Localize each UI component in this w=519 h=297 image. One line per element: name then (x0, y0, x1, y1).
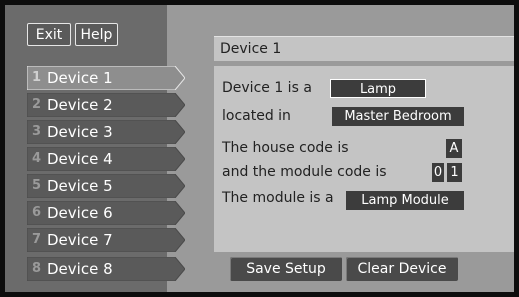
device-label: Device 4 (47, 150, 113, 168)
sidebar-item-device-6[interactable]: 6 Device 6 (27, 201, 185, 225)
device-label: Device 7 (47, 231, 113, 249)
device-is-label: Device 1 is a (222, 80, 312, 96)
sidebar-item-device-8[interactable]: 8 Device 8 (27, 257, 185, 281)
panel-header: Device 1 (214, 36, 514, 61)
device-number: 5 (32, 178, 42, 193)
module-code-tens-select[interactable]: 0 (432, 163, 444, 182)
device-number: 8 (32, 261, 42, 276)
device-number: 3 (32, 124, 42, 139)
device-number: 6 (32, 205, 42, 220)
device-number: 4 (32, 151, 42, 166)
sidebar-item-device-1[interactable]: 1 Device 1 (27, 66, 185, 90)
module-code-ones-select[interactable]: 1 (447, 163, 462, 182)
device-label: Device 6 (47, 204, 113, 222)
sidebar-item-device-2[interactable]: 2 Device 2 (27, 93, 185, 117)
help-button[interactable]: Help (75, 23, 118, 46)
house-code-label: The house code is (222, 140, 349, 156)
device-label: Device 2 (47, 96, 113, 114)
module-type-select[interactable]: Lamp Module (346, 191, 464, 210)
located-in-label: located in (222, 108, 291, 124)
device-label: Device 3 (47, 123, 113, 141)
location-select[interactable]: Master Bedroom (332, 107, 464, 126)
device-label: Device 1 (47, 69, 113, 87)
house-code-select[interactable]: A (446, 139, 462, 158)
sidebar-item-device-4[interactable]: 4 Device 4 (27, 147, 185, 171)
device-number: 1 (32, 70, 42, 85)
page-title: Device 1 (220, 41, 282, 57)
sidebar-item-device-5[interactable]: 5 Device 5 (27, 174, 185, 198)
sidebar-item-device-3[interactable]: 3 Device 3 (27, 120, 185, 144)
device-settings-panel: Device 1 is a Lamp located in Master Bed… (214, 66, 514, 252)
clear-device-button[interactable]: Clear Device (346, 257, 458, 281)
exit-button[interactable]: Exit (27, 23, 71, 46)
device-type-select[interactable]: Lamp (330, 79, 426, 98)
save-setup-button[interactable]: Save Setup (230, 257, 342, 281)
device-label: Device 5 (47, 177, 113, 195)
module-is-label: The module is a (222, 190, 334, 206)
module-code-label: and the module code is (222, 164, 387, 180)
device-label: Device 8 (47, 260, 113, 278)
sidebar-item-device-7[interactable]: 7 Device 7 (27, 228, 185, 252)
device-number: 2 (32, 97, 42, 112)
device-number: 7 (32, 232, 42, 247)
